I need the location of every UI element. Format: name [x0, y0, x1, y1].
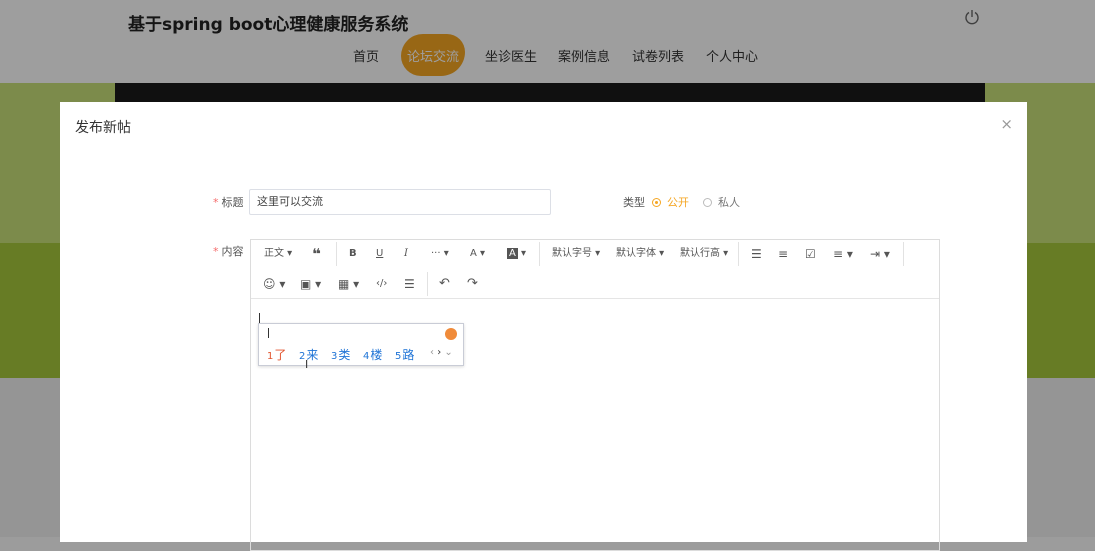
bullet-list-icon[interactable]: ☰	[751, 246, 762, 262]
new-post-dialog: 发布新帖 × * 标题 这里可以交流 类型 公开 私人 * 内容 正文 ▾ ❝ B …	[60, 102, 1027, 551]
divider-icon[interactable]: ☰	[404, 276, 415, 292]
toolbar-divider	[738, 242, 739, 266]
background-color-icon[interactable]: A ▾	[507, 246, 526, 262]
radio-public[interactable]: 公开	[652, 194, 689, 210]
italic-icon[interactable]: I	[404, 246, 408, 262]
quote-icon[interactable]: ❝	[312, 246, 321, 262]
radio-unchecked-icon	[703, 197, 712, 207]
ime-candidate[interactable]: 1了	[267, 346, 286, 363]
ordered-list-icon[interactable]: ≡	[778, 246, 788, 262]
toolbar-divider	[427, 272, 428, 296]
paragraph-dropdown[interactable]: 正文 ▾	[264, 246, 292, 262]
toolbar-divider	[336, 242, 337, 266]
text-cursor-icon: I	[305, 358, 309, 371]
dialog-title: 发布新帖	[75, 120, 131, 136]
redo-icon[interactable]: ↷	[467, 276, 478, 292]
font-color-icon[interactable]: A ▾	[470, 246, 485, 262]
font-size-dropdown[interactable]: 默认字号 ▾	[552, 246, 600, 262]
more-style-icon[interactable]: ··· ▾	[431, 246, 449, 262]
underline-icon[interactable]: U	[376, 246, 383, 262]
toolbar-divider	[539, 242, 540, 266]
ime-candidate-window: 1了 2来 3类 4楼 5路 ‹ › ⌄	[258, 323, 464, 366]
radio-private[interactable]: 私人	[703, 194, 740, 210]
toolbar-divider	[903, 242, 904, 266]
ime-candidate[interactable]: 3类	[331, 346, 350, 363]
rich-text-editor: 正文 ▾ ❝ B U I ··· ▾ A ▾ A ▾ 默认字号 ▾ 默认字体 ▾…	[250, 239, 940, 551]
title-label: * 标题	[213, 196, 244, 209]
todo-icon[interactable]: ☑	[805, 246, 816, 262]
content-label: * 内容	[213, 245, 244, 258]
image-icon[interactable]: ▣ ▾	[300, 276, 321, 292]
code-icon[interactable]: ‹/›	[376, 276, 387, 292]
undo-icon[interactable]: ↶	[439, 276, 450, 292]
radio-checked-icon	[652, 197, 661, 207]
ime-caret	[268, 328, 269, 338]
ime-candidate[interactable]: 2来	[299, 346, 318, 363]
title-input[interactable]: 这里可以交流	[249, 189, 551, 215]
line-height-dropdown[interactable]: 默认行高 ▾	[680, 246, 728, 262]
indent-icon[interactable]: ⇥ ▾	[870, 246, 890, 262]
align-icon[interactable]: ≡ ▾	[833, 246, 853, 262]
ime-page-nav-icon[interactable]: ‹ › ⌄	[430, 347, 453, 358]
font-family-dropdown[interactable]: 默认字体 ▾	[616, 246, 664, 262]
ime-candidate[interactable]: 5路	[395, 346, 414, 363]
close-icon[interactable]: ×	[1000, 115, 1013, 133]
table-icon[interactable]: ▦ ▾	[338, 276, 359, 292]
emoji-icon[interactable]: ☺ ▾	[263, 276, 285, 292]
ime-logo-icon	[445, 328, 457, 340]
editor-toolbar: 正文 ▾ ❝ B U I ··· ▾ A ▾ A ▾ 默认字号 ▾ 默认字体 ▾…	[251, 240, 939, 299]
ime-candidate[interactable]: 4楼	[363, 346, 382, 363]
type-label: 类型	[623, 196, 645, 209]
bold-icon[interactable]: B	[349, 246, 357, 262]
